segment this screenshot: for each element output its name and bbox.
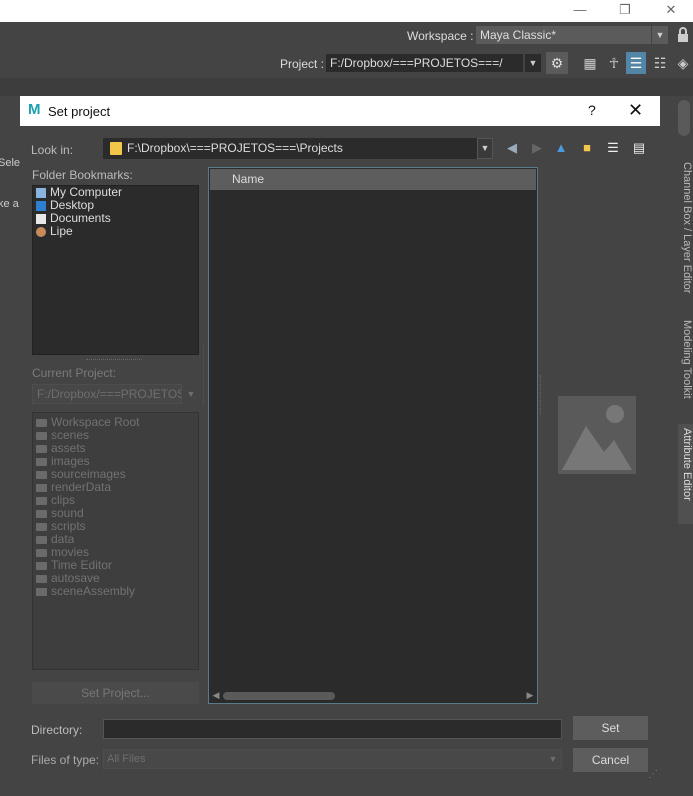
tab-channel-box[interactable]: Channel Box / Layer Editor	[678, 158, 693, 308]
image-preview-icon	[558, 396, 636, 474]
folder-icon	[36, 431, 47, 440]
folder-icon	[36, 470, 47, 479]
folder-icon	[36, 496, 47, 505]
splitter-handle[interactable]	[540, 375, 543, 415]
close-window-icon[interactable]: ✕	[656, 0, 686, 22]
list-view-icon[interactable]: ☰	[604, 139, 622, 157]
detail-view-icon[interactable]: ▤	[630, 139, 648, 157]
tab-modeling-toolkit[interactable]: Modeling Toolkit	[678, 316, 693, 416]
lock-icon[interactable]	[676, 26, 690, 44]
attribute-editor-icon[interactable]: ☰	[626, 52, 646, 74]
set-project-button[interactable]: Set Project...	[32, 682, 199, 704]
chevron-down-icon[interactable]: ▼	[545, 749, 561, 769]
desktop-icon	[36, 200, 46, 211]
cancel-button[interactable]: Cancel	[573, 748, 648, 772]
project-label: Project :	[280, 57, 325, 71]
splitter-handle[interactable]	[203, 345, 206, 405]
directory-input[interactable]	[103, 719, 562, 739]
modeling-toolkit-icon[interactable]: ▦	[580, 52, 600, 74]
tool-settings-icon[interactable]: ☷	[650, 52, 670, 74]
folder-icon	[36, 535, 47, 544]
gear-icon[interactable]: ⚙	[546, 52, 568, 74]
help-button[interactable]: ?	[588, 102, 596, 118]
directory-label: Directory:	[31, 723, 83, 737]
tree-item[interactable]: sceneAssembly	[33, 585, 198, 598]
resize-grip-icon[interactable]: ⋰	[648, 770, 660, 782]
splitter-handle[interactable]	[86, 359, 142, 362]
folder-icon	[36, 522, 47, 531]
folder-bookmarks-label: Folder Bookmarks:	[32, 168, 133, 182]
computer-icon	[36, 187, 46, 198]
close-button[interactable]: ✕	[628, 100, 643, 121]
folder-icon	[36, 574, 47, 583]
scrollbar-thumb[interactable]	[223, 692, 335, 700]
new-folder-icon[interactable]: ■	[578, 139, 596, 157]
workspace-tree: Workspace Root scenes assets images sour…	[32, 412, 199, 670]
current-project-label: Current Project:	[32, 366, 117, 380]
set-button[interactable]: Set	[573, 716, 648, 740]
scroll-right-icon[interactable]: ▶	[525, 689, 535, 702]
workspace-label: Workspace :	[407, 29, 474, 43]
panel-scrollbar[interactable]	[678, 100, 690, 136]
human-ik-icon[interactable]: ☥	[604, 52, 624, 74]
look-in-dropdown[interactable]: F:\Dropbox\===PROJETOS===\Projects	[103, 138, 477, 159]
back-icon[interactable]: ◀	[503, 139, 521, 157]
folder-icon	[36, 457, 47, 466]
document-icon	[36, 213, 46, 224]
chevron-down-icon[interactable]: ▼	[525, 54, 541, 72]
project-dropdown[interactable]: F:/Dropbox/===PROJETOS===/	[326, 54, 523, 72]
look-in-label: Look in:	[31, 143, 74, 157]
column-header-name[interactable]: Name	[210, 169, 536, 190]
forward-icon[interactable]: ▶	[528, 139, 546, 157]
shelf-strip	[0, 78, 693, 96]
files-of-type-label: Files of type:	[31, 753, 100, 767]
tab-attribute-editor[interactable]: Attribute Editor	[678, 424, 693, 524]
current-project-dropdown[interactable]: F:/Dropbox/===PROJETOS=	[32, 384, 182, 404]
bookmarks-list: My Computer Desktop Documents Lipe	[32, 185, 199, 355]
folder-icon	[110, 142, 122, 155]
scroll-left-icon[interactable]: ◀	[211, 689, 221, 702]
folder-icon	[36, 483, 47, 492]
minimize-icon[interactable]: —	[565, 0, 595, 22]
left-edge-text: ke a	[0, 198, 19, 210]
dialog-title-bar	[20, 96, 660, 126]
file-list[interactable]	[208, 167, 538, 704]
folder-icon	[36, 561, 47, 570]
folder-icon	[36, 587, 47, 596]
dialog-title: Set project	[48, 104, 111, 119]
bookmark-lipe[interactable]: Lipe	[33, 225, 198, 238]
restore-icon[interactable]: ❐	[610, 0, 640, 22]
maya-logo-icon: M	[28, 101, 41, 118]
folder-icon	[36, 418, 47, 427]
folder-icon	[36, 548, 47, 557]
chevron-down-icon[interactable]: ▼	[477, 138, 493, 159]
chevron-down-icon[interactable]: ▼	[652, 26, 668, 44]
workspace-dropdown[interactable]: Maya Classic*	[476, 26, 651, 44]
user-icon	[36, 226, 46, 237]
folder-icon	[36, 509, 47, 518]
files-of-type-dropdown[interactable]: All Files	[103, 749, 562, 769]
channel-box-icon[interactable]: ◈	[673, 52, 693, 74]
parent-directory-icon[interactable]: ▲	[552, 139, 570, 157]
folder-icon	[36, 444, 47, 453]
chevron-down-icon[interactable]: ▼	[182, 384, 200, 404]
